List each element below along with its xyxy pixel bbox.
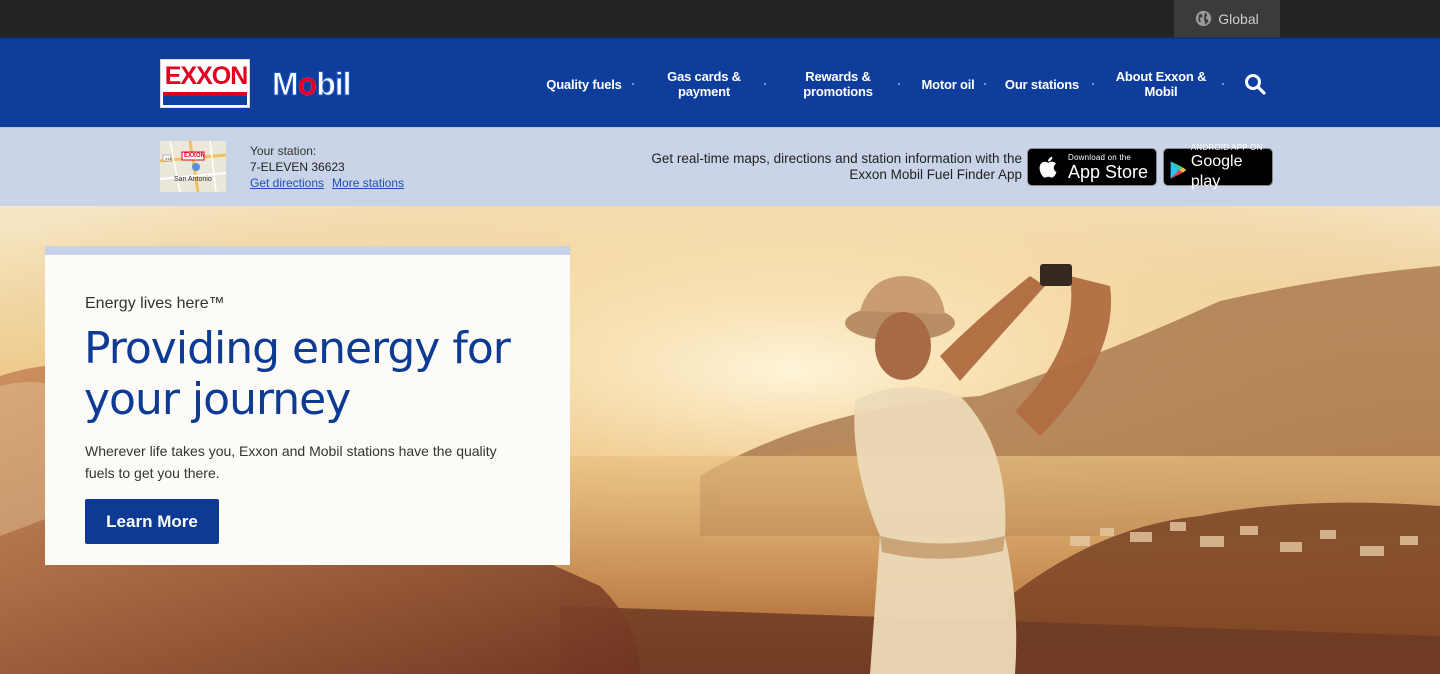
google-play-icon <box>1170 161 1187 179</box>
nav-item-gas-cards[interactable]: Gas cards & payment <box>658 66 750 102</box>
map-station-badge: EXXON <box>184 153 206 159</box>
nav-item-our-stations[interactable]: Our stations <box>1002 66 1082 102</box>
primary-nav: Quality fuels Gas cards & payment Reward… <box>540 66 1230 106</box>
exxon-logo-blue-stripe <box>163 96 247 105</box>
exxon-logo[interactable]: EXXON <box>160 59 250 108</box>
nav-item-about[interactable]: About Exxon & Mobil <box>1112 66 1210 102</box>
app-store-big-text: App Store <box>1068 161 1149 182</box>
app-store-button[interactable]: Download on the App Store <box>1027 148 1157 186</box>
globe-icon <box>1196 10 1212 27</box>
google-play-big-text: Google play <box>1190 152 1243 190</box>
more-stations-link[interactable]: More stations <box>332 176 404 190</box>
get-directions-link[interactable]: Get directions <box>250 176 324 190</box>
mobil-logo[interactable]: Mobil <box>272 66 353 103</box>
mobil-logo-o: o <box>297 66 318 102</box>
apple-icon <box>1039 156 1057 178</box>
station-bar: 411 EXXON San Antonio Your station: 7-EL… <box>0 127 1440 206</box>
learn-more-button[interactable]: Learn More <box>85 499 219 544</box>
global-selector[interactable]: Global <box>1174 0 1280 37</box>
svg-text:411: 411 <box>165 156 172 161</box>
app-promo-line2: Exxon Mobil Fuel Finder App <box>849 167 1022 182</box>
app-promo-text: Get real-time maps, directions and stati… <box>651 151 1022 183</box>
nav-item-rewards[interactable]: Rewards & promotions <box>792 66 884 102</box>
hero-body: Wherever life takes you, Exxon and Mobil… <box>85 443 497 481</box>
station-name: 7-ELEVEN 36623 <box>250 160 345 174</box>
map-city-label: San Antonio <box>174 176 212 183</box>
nav-item-motor-oil[interactable]: Motor oil <box>916 66 980 102</box>
google-play-button[interactable]: ANDROID APP ON Google play <box>1163 143 1273 190</box>
nav-separator <box>1222 83 1224 85</box>
global-label: Global <box>1218 10 1259 27</box>
station-info: Your station: 7-ELEVEN 36623 Get directi… <box>250 143 412 191</box>
mobil-logo-m: M <box>272 66 300 103</box>
nav-separator <box>1092 83 1094 85</box>
nav-separator <box>764 83 766 85</box>
map-graphic: 411 <box>160 141 226 192</box>
nav-separator <box>984 83 986 85</box>
nav-item-quality-fuels[interactable]: Quality fuels <box>540 66 628 102</box>
app-promo-line1: Get real-time maps, directions and stati… <box>651 151 1022 166</box>
station-label: Your station: <box>250 144 317 158</box>
search-icon <box>1245 74 1266 95</box>
hero-card: Energy lives here™ Providing energy for … <box>45 246 570 565</box>
mobil-logo-rest: bil <box>316 66 352 103</box>
main-header: EXXON Mobil Quality fuels Gas cards & pa… <box>0 37 1440 127</box>
hero-headline: Providing energy for your journey <box>84 323 511 425</box>
nav-separator <box>898 83 900 85</box>
hero-eyebrow: Energy lives here™ <box>85 295 225 312</box>
hero-banner: Energy lives here™ Providing energy for … <box>0 206 1440 674</box>
exxon-logo-text: EXXON <box>164 62 249 90</box>
nav-separator <box>632 83 634 85</box>
station-map-thumbnail[interactable]: 411 EXXON San Antonio <box>160 141 226 192</box>
app-store-small-text: Download on the <box>1068 152 1132 162</box>
utility-bar: Global <box>0 0 1440 37</box>
google-play-small-text: ANDROID APP ON <box>1190 142 1263 152</box>
search-button[interactable] <box>1243 72 1267 96</box>
